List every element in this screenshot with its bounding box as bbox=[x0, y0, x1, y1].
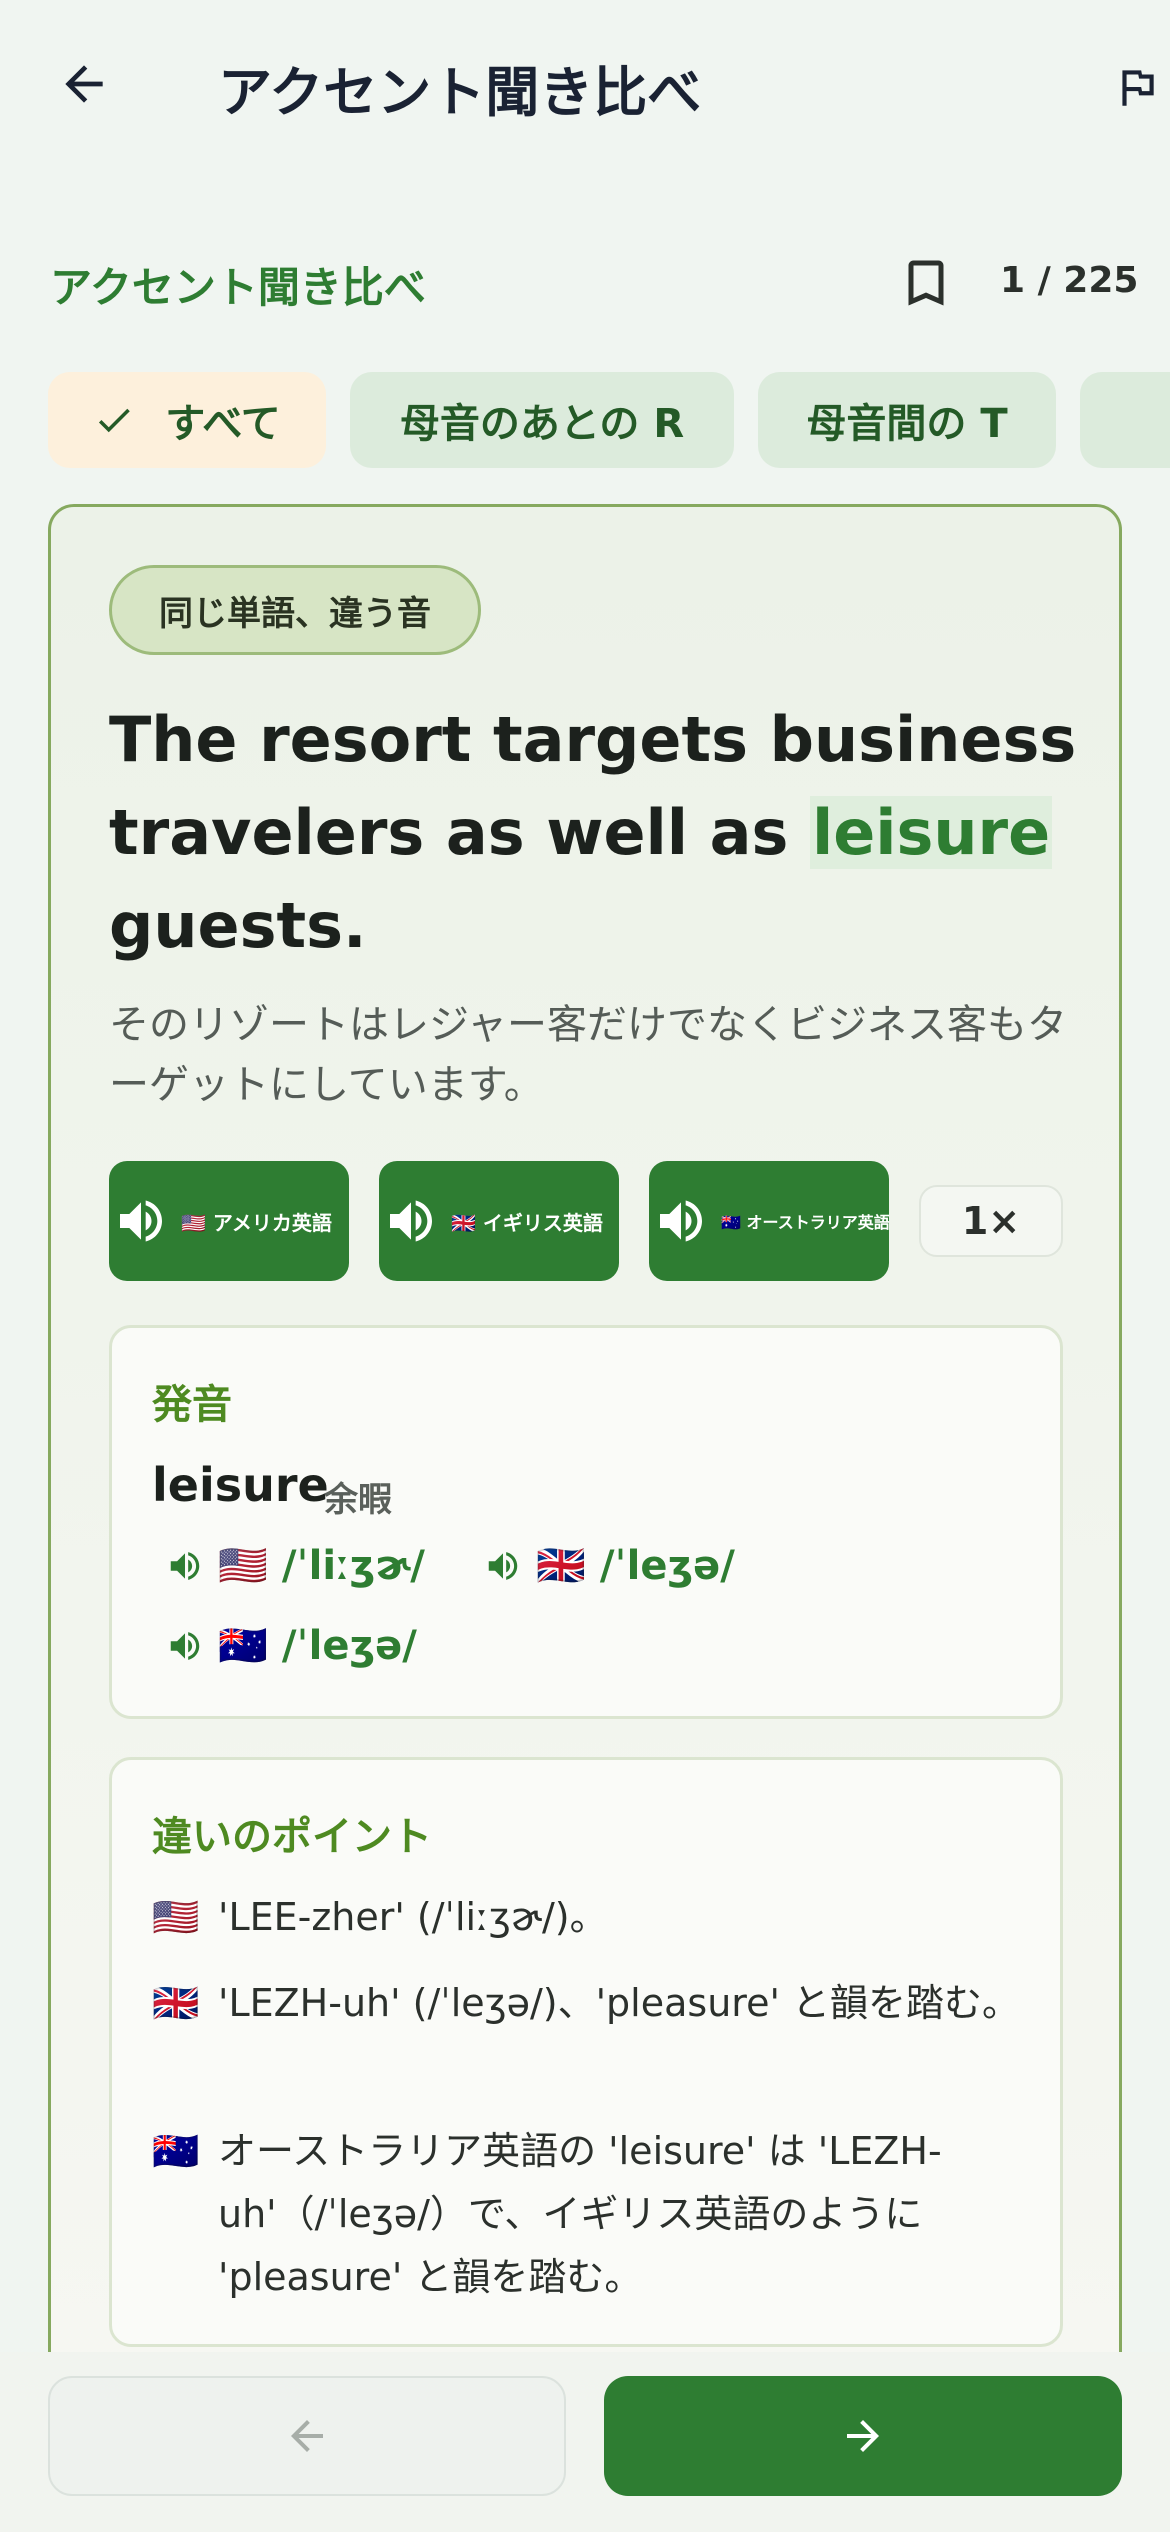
example-sentence: The resort targets business travelers as… bbox=[109, 693, 1079, 972]
ipa-uk[interactable]: 🇬🇧 /ˈleʒə/ bbox=[484, 1542, 735, 1589]
bookmark-button[interactable] bbox=[896, 250, 956, 316]
arrow-left-icon bbox=[291, 2420, 323, 2452]
word-meaning: 余暇 bbox=[324, 1480, 392, 1520]
au-flag-icon: 🇦🇺 bbox=[218, 1623, 268, 1669]
filter-chips: すべて 母音のあとの R 母音間の T bbox=[0, 372, 1170, 468]
play-label: 🇺🇸 アメリカ英語 bbox=[181, 1210, 332, 1235]
speaker-icon bbox=[484, 1547, 522, 1585]
section-title: アクセント聞き比べ bbox=[50, 263, 426, 312]
difference-text: 'LEZH-uh' (/ˈleʒə/)、'pleasure' と韻を踏む。 bbox=[218, 1981, 1020, 2025]
check-icon bbox=[93, 399, 135, 441]
next-button[interactable] bbox=[604, 2376, 1122, 2496]
chip-label: 母音間の T bbox=[806, 401, 1008, 447]
arrow-right-icon bbox=[847, 2420, 879, 2452]
ipa-text: /ˈleʒə/ bbox=[599, 1542, 735, 1589]
app-bar: アクセント聞き比べ bbox=[0, 0, 1170, 170]
speed-button[interactable]: 1× bbox=[919, 1185, 1063, 1257]
difference-text: オーストラリア英語の 'leisure' は 'LEZH-uh'（/ˈleʒə/… bbox=[218, 2129, 942, 2299]
chip-label: すべて bbox=[165, 401, 281, 447]
previous-button[interactable] bbox=[48, 2376, 566, 2496]
sentence-translation: そのリゾートはレジャー客だけでなくビジネス客もターゲットにしています。 bbox=[109, 1002, 1067, 1108]
bottom-navigation bbox=[0, 2352, 1170, 2532]
chip-t-between-vowels[interactable]: 母音間の T bbox=[758, 372, 1056, 468]
back-button[interactable] bbox=[52, 52, 116, 116]
uk-flag-icon: 🇬🇧 bbox=[536, 1543, 586, 1589]
au-flag-icon: 🇦🇺 bbox=[152, 2129, 200, 2173]
pronunciation-word: leisure bbox=[152, 1458, 329, 1512]
chip-more[interactable] bbox=[1080, 372, 1170, 468]
play-us-button[interactable]: 🇺🇸 アメリカ英語 bbox=[109, 1161, 349, 1281]
sentence-text: guests. bbox=[109, 889, 367, 962]
page-title: アクセント聞き比べ bbox=[218, 61, 702, 124]
speaker-icon bbox=[166, 1627, 204, 1665]
us-flag-icon: 🇺🇸 bbox=[152, 1895, 200, 1939]
sentence-card: 同じ単語、違う音 The resort targets business tra… bbox=[48, 504, 1122, 2404]
differences-title: 違いのポイント bbox=[152, 1814, 432, 1860]
pronunciation-panel: 発音 leisure 余暇 🇺🇸 /ˈliːʒɚ/ 🇬🇧 /ˈleʒə/ 🇦🇺 … bbox=[109, 1325, 1063, 1719]
play-au-button[interactable]: 🇦🇺 オーストラリア英語 bbox=[649, 1161, 889, 1281]
ipa-au[interactable]: 🇦🇺 /ˈleʒə/ bbox=[166, 1622, 417, 1669]
bookmark-outline-icon bbox=[908, 260, 944, 306]
differences-panel: 違いのポイント 🇺🇸 'LEE-zher' (/ˈliːʒɚ/)。 🇬🇧 'LE… bbox=[109, 1757, 1063, 2347]
play-uk-button[interactable]: 🇬🇧 イギリス英語 bbox=[379, 1161, 619, 1281]
difference-text: 'LEE-zher' (/ˈliːʒɚ/)。 bbox=[218, 1895, 608, 1939]
report-button[interactable] bbox=[1112, 62, 1170, 112]
highlighted-word[interactable]: leisure bbox=[809, 796, 1053, 869]
progress-counter: 1 / 225 bbox=[1000, 260, 1139, 301]
chip-all[interactable]: すべて bbox=[48, 372, 326, 468]
category-tag: 同じ単語、違う音 bbox=[109, 565, 481, 655]
ipa-us[interactable]: 🇺🇸 /ˈliːʒɚ/ bbox=[166, 1542, 425, 1589]
speaker-icon bbox=[166, 1547, 204, 1585]
uk-flag-icon: 🇬🇧 bbox=[152, 1981, 200, 2025]
arrow-left-icon bbox=[65, 65, 103, 103]
chip-r-after-vowel[interactable]: 母音のあとの R bbox=[350, 372, 734, 468]
speaker-icon bbox=[113, 1193, 169, 1249]
ipa-text: /ˈliːʒɚ/ bbox=[281, 1542, 425, 1589]
play-label: 🇬🇧 イギリス英語 bbox=[451, 1210, 603, 1235]
ipa-text: /ˈleʒə/ bbox=[281, 1622, 417, 1669]
difference-point-us: 🇺🇸 'LEE-zher' (/ˈliːʒɚ/)。 bbox=[152, 1886, 1022, 1949]
difference-point-au: 🇦🇺 オーストラリア英語の 'leisure' は 'LEZH-uh'（/ˈle… bbox=[152, 2120, 1022, 2309]
play-label: 🇦🇺 オーストラリア英語 bbox=[721, 1213, 889, 1232]
card-header: アクセント聞き比べ 1 / 225 bbox=[0, 240, 1170, 320]
speaker-icon bbox=[653, 1193, 709, 1249]
flag-icon bbox=[1122, 70, 1154, 106]
pronunciation-title: 発音 bbox=[152, 1382, 232, 1428]
speaker-icon bbox=[383, 1193, 439, 1249]
us-flag-icon: 🇺🇸 bbox=[218, 1543, 268, 1589]
difference-point-uk: 🇬🇧 'LEZH-uh' (/ˈleʒə/)、'pleasure' と韻を踏む。 bbox=[152, 1972, 1022, 2035]
chip-label: 母音のあとの R bbox=[399, 401, 685, 447]
